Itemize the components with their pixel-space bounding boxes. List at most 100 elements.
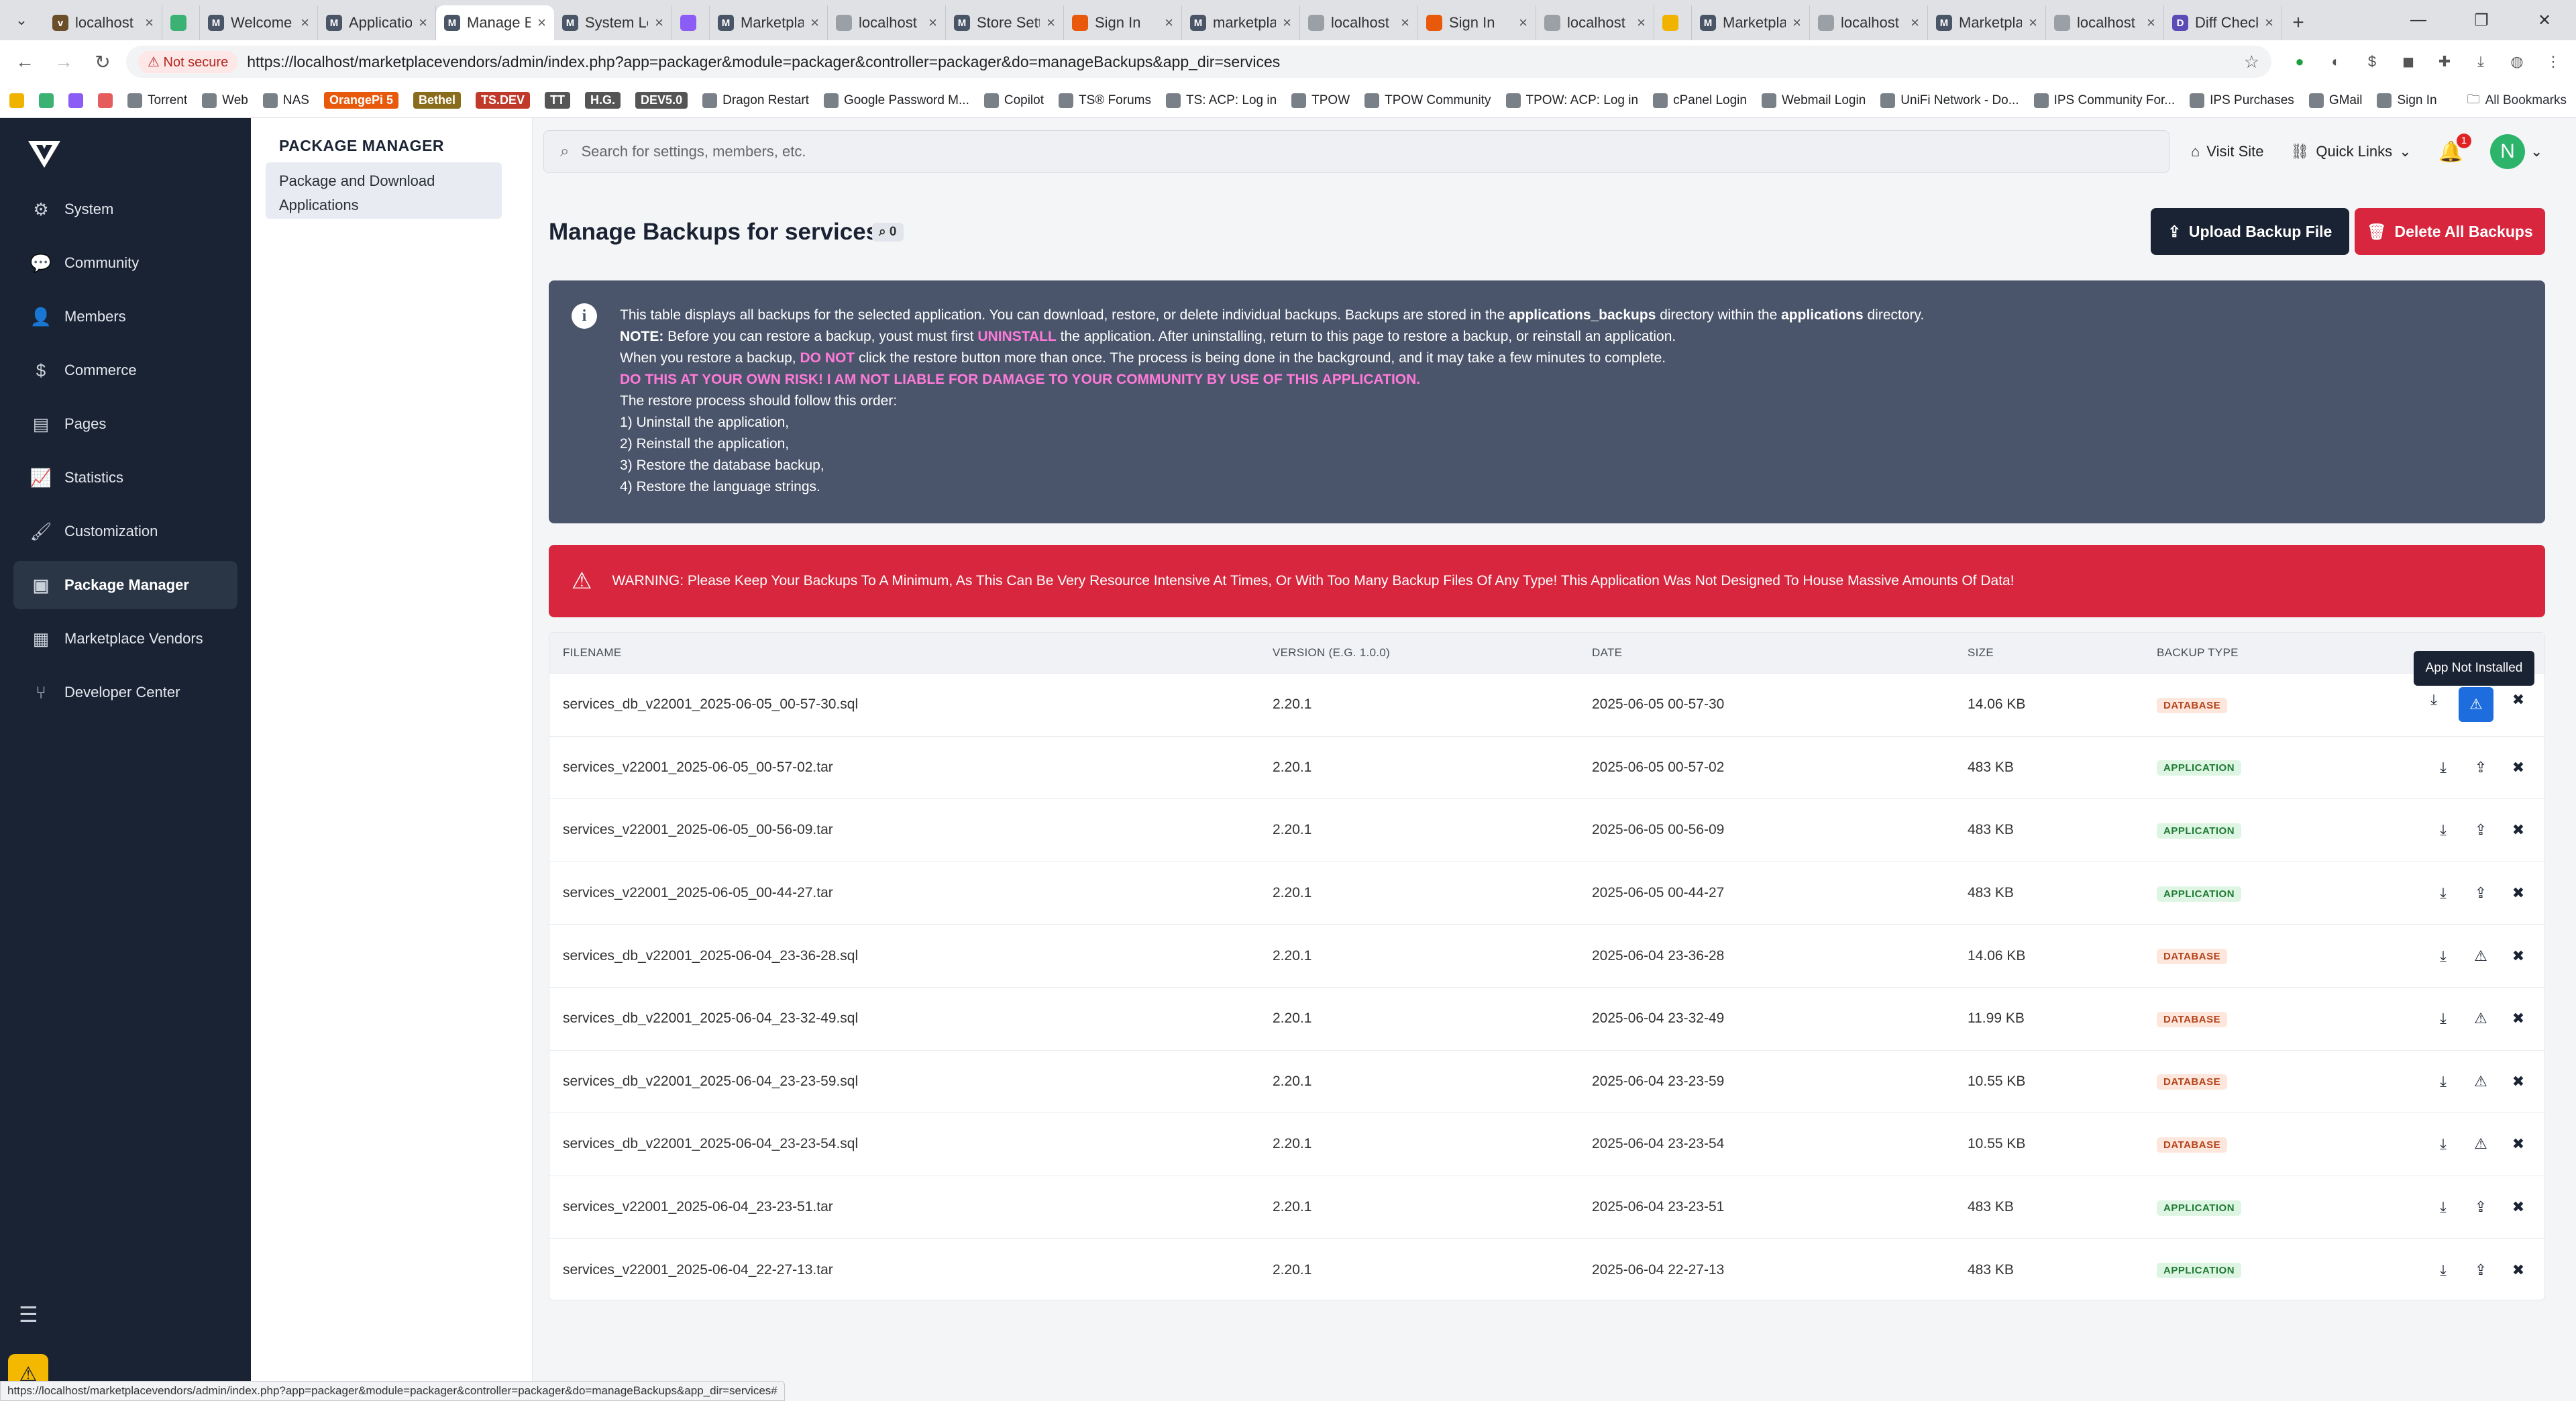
bookmark-item[interactable]: TPOW Community xyxy=(1364,93,1491,108)
browser-tab[interactable]: Sign In × xyxy=(1064,5,1182,40)
acp-search-input[interactable]: ⌕ Search for settings, members, etc. xyxy=(543,130,2169,173)
restore-icon[interactable]: ❐ xyxy=(2450,0,2513,40)
column-header-backup-type[interactable]: BACKUP TYPE xyxy=(2157,646,2378,660)
close-tab-icon[interactable]: × xyxy=(810,14,819,32)
restore-warning-icon[interactable]: ⚠ xyxy=(2459,687,2493,723)
delete-circle-icon[interactable]: ✖ xyxy=(2506,1257,2531,1283)
browser-tab[interactable]: M Store Settings × xyxy=(946,5,1064,40)
sidebar-item-statistics[interactable]: 📈 Statistics xyxy=(13,454,237,502)
browser-tab[interactable]: localhost × xyxy=(1536,5,1654,40)
sidebar-item-community[interactable]: 💬 Community xyxy=(13,239,237,287)
delete-circle-icon[interactable]: ✖ xyxy=(2506,1006,2531,1031)
close-tab-icon[interactable]: × xyxy=(1283,14,1291,32)
sidebar-item-customization[interactable]: 🖌 Customization xyxy=(13,507,237,556)
close-tab-icon[interactable]: × xyxy=(1046,14,1055,32)
sidebar-item-developer-center[interactable]: ⑂ Developer Center xyxy=(13,668,237,717)
download-icon[interactable]: ⤓ xyxy=(2430,1194,2456,1220)
bookmark-item[interactable]: Torrent xyxy=(127,93,187,108)
download-icon[interactable]: ⤓ xyxy=(2430,1131,2456,1157)
restore-upload-icon[interactable]: ⇪ xyxy=(2468,1257,2493,1283)
tab-search-icon[interactable]: ⌄ xyxy=(7,5,36,35)
visit-site-link[interactable]: ⌂ Visit Site xyxy=(2191,143,2263,160)
browser-tab[interactable] xyxy=(1654,5,1692,40)
restore-warning-icon[interactable]: ⚠ xyxy=(2468,1131,2493,1157)
delete-circle-icon[interactable]: ✖ xyxy=(2506,687,2531,713)
browser-tab[interactable]: M Marketplace × xyxy=(710,5,828,40)
download-icon[interactable]: ⤓ xyxy=(2421,687,2447,713)
bookmark-item[interactable]: H.G. xyxy=(585,92,621,109)
bookmark-item[interactable]: UniFi Network - Do... xyxy=(1880,93,2019,108)
restore-upload-icon[interactable]: ⇪ xyxy=(2468,817,2493,843)
browser-tab[interactable] xyxy=(672,5,710,40)
close-tab-icon[interactable]: × xyxy=(655,14,663,32)
close-tab-icon[interactable]: × xyxy=(1401,14,1409,32)
bookmark-item[interactable]: Web xyxy=(202,93,248,108)
column-header-version[interactable]: VERSION (E.G. 1.0.0) xyxy=(1273,646,1592,660)
sidebar-item-members[interactable]: 👤 Members xyxy=(13,293,237,341)
delete-circle-icon[interactable]: ✖ xyxy=(2506,880,2531,906)
bookmark-item[interactable]: TPOW xyxy=(1291,93,1350,108)
bookmark-item[interactable]: IPS Purchases xyxy=(2190,93,2294,108)
extension-icon[interactable]: $ xyxy=(2359,48,2385,75)
column-header-filename[interactable]: FILENAME xyxy=(549,646,1273,660)
delete-circle-icon[interactable]: ✖ xyxy=(2506,1194,2531,1220)
bookmark-star-icon[interactable]: ☆ xyxy=(2244,52,2259,72)
restore-upload-icon[interactable]: ⇪ xyxy=(2468,755,2493,780)
sidebar-item-pages[interactable]: ▤ Pages xyxy=(13,400,237,448)
download-icon[interactable]: ⤓ xyxy=(2430,1006,2456,1031)
download-icon[interactable]: ⤓ xyxy=(2430,880,2456,906)
delete-circle-icon[interactable]: ✖ xyxy=(2506,1069,2531,1094)
new-tab-button[interactable]: + xyxy=(2282,5,2314,40)
browser-tab[interactable]: localhost × xyxy=(1810,5,1928,40)
close-tab-icon[interactable]: × xyxy=(1792,14,1801,32)
bookmark-item[interactable]: Bethel xyxy=(413,92,462,109)
browser-tab[interactable]: Sign In × xyxy=(1418,5,1536,40)
extensions-puzzle-icon[interactable]: ✚ xyxy=(2431,48,2458,75)
bookmark-item[interactable]: NAS xyxy=(262,93,309,108)
close-tab-icon[interactable]: × xyxy=(301,14,309,32)
sidebar-item-marketplace-vendors[interactable]: ▦ Marketplace Vendors xyxy=(13,615,237,663)
close-window-icon[interactable]: ✕ xyxy=(2513,0,2576,40)
close-tab-icon[interactable]: × xyxy=(1165,14,1173,32)
delete-all-backups-button[interactable]: 🗑 Delete All Backups xyxy=(2355,208,2545,255)
bookmark-item[interactable]: Copilot xyxy=(983,93,1044,108)
menu-toggle-icon[interactable]: ☰ xyxy=(19,1302,38,1327)
bookmark-item[interactable]: Google Password M... xyxy=(823,93,969,108)
delete-circle-icon[interactable]: ✖ xyxy=(2506,943,2531,969)
bookmark-folder-icon[interactable] xyxy=(9,93,24,108)
download-icon[interactable]: ⤓ xyxy=(2430,1069,2456,1094)
back-icon[interactable]: ← xyxy=(9,46,40,77)
restore-warning-icon[interactable]: ⚠ xyxy=(2468,1006,2493,1031)
bookmark-item[interactable]: cPanel Login xyxy=(1653,93,1747,108)
url-text[interactable]: https://localhost/marketplacevendors/adm… xyxy=(247,53,1280,71)
bookmark-folder-icon[interactable] xyxy=(68,93,83,108)
address-bar[interactable]: ⚠ Not secure https://localhost/marketpla… xyxy=(126,46,2271,78)
column-header-date[interactable]: DATE xyxy=(1592,646,1968,660)
browser-tab[interactable]: M Welcome × xyxy=(200,5,318,40)
bookmark-item[interactable]: IPS Community For... xyxy=(2033,93,2175,108)
sidebar-item-package-manager[interactable]: ▣ Package Manager xyxy=(13,561,237,609)
browser-tab[interactable]: localhost × xyxy=(2046,5,2164,40)
browser-tab[interactable]: M Applications × xyxy=(318,5,436,40)
download-icon[interactable]: ⤓ xyxy=(2430,943,2456,969)
bookmark-item[interactable]: TS® Forums xyxy=(1059,93,1151,108)
profile-icon[interactable]: ◍ xyxy=(2504,48,2530,75)
minimize-icon[interactable]: — xyxy=(2387,0,2450,40)
download-icon[interactable]: ⤓ xyxy=(2467,48,2494,75)
quick-links-dropdown[interactable]: ⛓ Quick Links ⌄ xyxy=(2290,143,2411,160)
bookmark-folder-icon[interactable] xyxy=(98,93,113,108)
browser-tab[interactable]: M Marketplace × xyxy=(1928,5,2046,40)
close-tab-icon[interactable]: × xyxy=(2147,14,2155,32)
close-tab-icon[interactable]: × xyxy=(1519,14,1527,32)
bookmark-folder-icon[interactable] xyxy=(39,93,54,108)
close-tab-icon[interactable]: × xyxy=(2029,14,2037,32)
close-tab-icon[interactable]: × xyxy=(1637,14,1646,32)
download-icon[interactable]: ⤓ xyxy=(2430,1257,2456,1283)
download-icon[interactable]: ⤓ xyxy=(2430,755,2456,780)
user-menu[interactable]: N ⌄ xyxy=(2489,134,2542,169)
close-tab-icon[interactable]: × xyxy=(537,14,546,32)
browser-menu-icon[interactable]: ⋮ xyxy=(2540,48,2567,75)
bookmark-item[interactable]: TS: ACP: Log in xyxy=(1165,93,1277,108)
forward-icon[interactable]: → xyxy=(48,46,79,77)
subnav-item-package-download[interactable]: Package and Download Applications xyxy=(266,162,502,219)
